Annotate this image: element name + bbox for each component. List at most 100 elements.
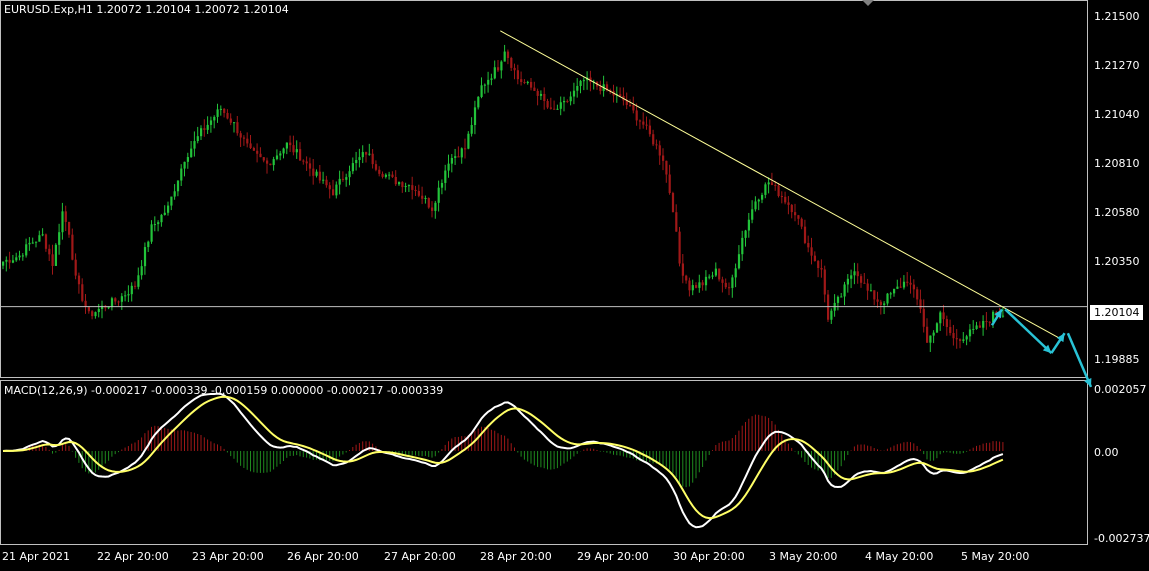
candle-body <box>143 247 147 267</box>
price-tick: 1.19885 <box>1094 353 1140 366</box>
candle-body <box>681 263 684 276</box>
current-price-tag: 1.20104 <box>1090 305 1143 320</box>
candle-body <box>355 159 358 164</box>
candle-body <box>490 78 493 80</box>
candle-body <box>299 149 302 161</box>
candle-body <box>949 327 952 333</box>
candle-body <box>134 285 137 287</box>
candle-body <box>239 133 242 138</box>
candles-layer <box>2 44 1005 352</box>
candle-body <box>985 321 988 323</box>
candle-body <box>38 235 41 242</box>
candle-body <box>130 285 133 295</box>
candle-body <box>566 101 569 103</box>
candle-body <box>978 325 981 328</box>
chart-root[interactable]: EURUSD.Exp,H1 1.20072 1.20104 1.20072 1.… <box>0 0 1149 567</box>
candle-body <box>15 257 18 261</box>
candle-body <box>860 276 863 283</box>
macd-tick: -0.002737 <box>1094 532 1149 545</box>
candle-body <box>77 275 81 285</box>
candle-body <box>285 142 288 149</box>
macd-tick: 0.002057 <box>1094 383 1147 396</box>
candle-body <box>982 321 985 328</box>
chart-canvas[interactable] <box>0 0 1149 567</box>
candle-body <box>150 224 153 242</box>
candle-body <box>506 51 510 58</box>
candle-body <box>173 191 176 197</box>
candle-body <box>853 271 856 276</box>
candle-body <box>193 141 196 149</box>
candle-body <box>757 199 760 202</box>
candle-body <box>520 79 523 83</box>
candle-body <box>381 173 384 177</box>
candle-body <box>404 186 407 188</box>
candle-body <box>810 247 813 256</box>
candle-body <box>688 280 691 291</box>
candle-body <box>909 282 912 285</box>
candle-body <box>840 296 843 298</box>
candle-body <box>935 323 939 333</box>
candle-body <box>308 163 312 169</box>
candle-body <box>711 275 714 277</box>
candle-body <box>777 185 780 197</box>
candle-body <box>695 285 698 288</box>
candle-body <box>774 185 777 187</box>
candle-body <box>384 174 387 177</box>
candle-body <box>434 202 437 211</box>
candle-body <box>196 136 199 142</box>
candle-body <box>665 160 668 175</box>
candle-body <box>8 259 11 263</box>
candle-body <box>770 182 774 186</box>
candle-body <box>952 332 955 339</box>
candle-body <box>563 101 566 103</box>
time-tick: 28 Apr 20:00 <box>480 550 552 563</box>
candle-body <box>223 108 226 113</box>
candle-body <box>493 67 496 79</box>
candle-body <box>226 112 229 119</box>
price-tick: 1.21270 <box>1094 59 1140 72</box>
candle-body <box>926 326 929 343</box>
candle-body <box>28 242 31 245</box>
candle-body <box>289 142 292 146</box>
candle-body <box>549 107 552 109</box>
candle-body <box>25 244 28 256</box>
candle-body <box>256 150 259 154</box>
chart-shift-marker[interactable] <box>862 0 874 6</box>
candle-body <box>84 300 87 307</box>
candle-body <box>81 284 84 301</box>
forecast-arrow[interactable] <box>1004 308 1053 355</box>
candle-body <box>497 67 500 71</box>
candle-body <box>401 182 404 188</box>
candle-body <box>338 178 341 185</box>
candle-body <box>510 57 513 68</box>
candle-body <box>579 80 582 86</box>
candle-body <box>114 298 117 302</box>
candle-body <box>269 163 272 166</box>
candle-body <box>959 339 962 341</box>
candle-body <box>120 296 123 302</box>
candle-body <box>572 90 576 97</box>
candle-body <box>124 295 127 297</box>
time-tick: 22 Apr 20:00 <box>97 550 169 563</box>
candle-body <box>454 156 457 158</box>
candle-body <box>427 198 430 208</box>
candle-body <box>658 145 661 156</box>
candle-body <box>889 293 892 295</box>
candle-body <box>262 157 265 161</box>
candle-body <box>35 241 38 243</box>
candle-body <box>94 312 97 317</box>
candle-body <box>553 108 556 110</box>
candle-body <box>939 312 942 324</box>
trendline[interactable] <box>500 30 1062 340</box>
candle-body <box>704 276 708 286</box>
candle-body <box>724 282 727 288</box>
candle-body <box>662 155 665 161</box>
candle-body <box>190 148 193 158</box>
candle-body <box>945 319 948 328</box>
overlays-layer <box>1 30 1093 529</box>
candle-body <box>200 128 203 137</box>
candle-body <box>619 94 622 96</box>
candle-body <box>912 284 915 290</box>
candle-body <box>318 171 321 181</box>
candle-body <box>896 286 899 289</box>
